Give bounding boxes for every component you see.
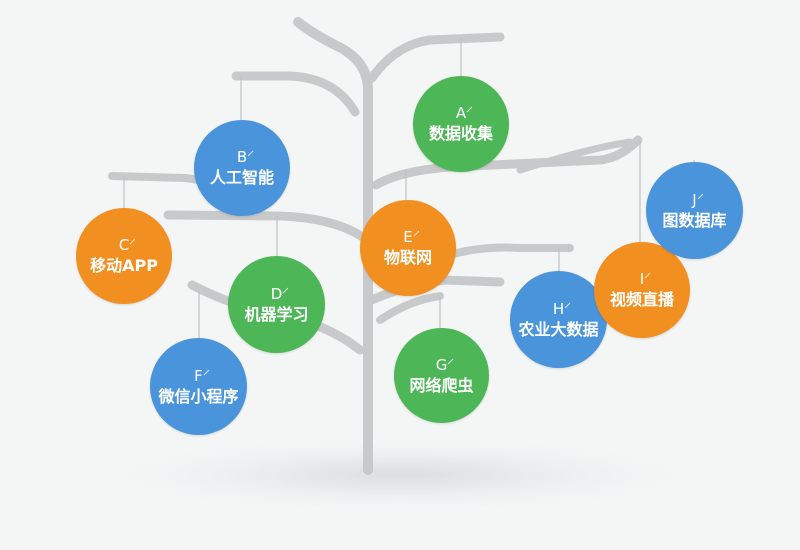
node-i-label: 视频直播 <box>609 290 674 309</box>
branch-right-bottom <box>376 292 444 324</box>
node-f-wechat-mini-program[interactable]: F 微信小程序 <box>150 338 247 435</box>
node-d-letter: D <box>270 284 283 303</box>
branch-left-main <box>163 210 369 243</box>
node-e-label: 物联网 <box>383 248 432 267</box>
technology-tree-diagram: A 数据收集 B 人工智能 C 移动APP D 机器学习 E 物联网 F 微信小… <box>0 0 800 550</box>
node-b-artificial-intelligence[interactable]: B 人工智能 <box>194 120 290 216</box>
branch-top-right <box>367 32 505 83</box>
node-h-letter: H <box>552 299 565 318</box>
node-i-live-video[interactable]: I 视频直播 <box>594 242 690 338</box>
branch-upper-left <box>231 71 360 117</box>
node-f-letter: F <box>194 366 203 385</box>
node-h-label: 农业大数据 <box>518 319 599 339</box>
node-c-label: 移动APP <box>90 256 158 275</box>
node-j-letter: J <box>692 190 697 209</box>
node-f-label: 微信小程序 <box>158 386 239 406</box>
node-g-letter: G <box>435 355 448 374</box>
node-c-letter: C <box>118 236 130 254</box>
node-a-data-collection[interactable]: A 数据收集 <box>413 76 509 172</box>
node-i-letter: I <box>639 270 645 288</box>
node-g-label: 网络爬虫 <box>409 375 474 395</box>
node-e-iot[interactable]: E 物联网 <box>360 200 456 296</box>
node-a-letter: A <box>455 104 467 122</box>
node-b-label: 人工智能 <box>209 168 274 187</box>
node-a-label: 数据收集 <box>428 124 493 143</box>
node-h-agricultural-big-data[interactable]: H 农业大数据 <box>510 271 607 368</box>
node-j-label: 图数据库 <box>662 210 727 230</box>
node-e-letter: E <box>403 228 413 246</box>
node-d-label: 机器学习 <box>244 304 309 324</box>
node-g-web-crawler[interactable]: G 网络爬虫 <box>394 328 489 423</box>
node-j-graph-database[interactable]: J 图数据库 <box>646 162 743 259</box>
node-b-letter: B <box>236 148 248 166</box>
node-c-mobile-app[interactable]: C 移动APP <box>76 208 172 304</box>
node-d-machine-learning[interactable]: D 机器学习 <box>228 256 325 353</box>
